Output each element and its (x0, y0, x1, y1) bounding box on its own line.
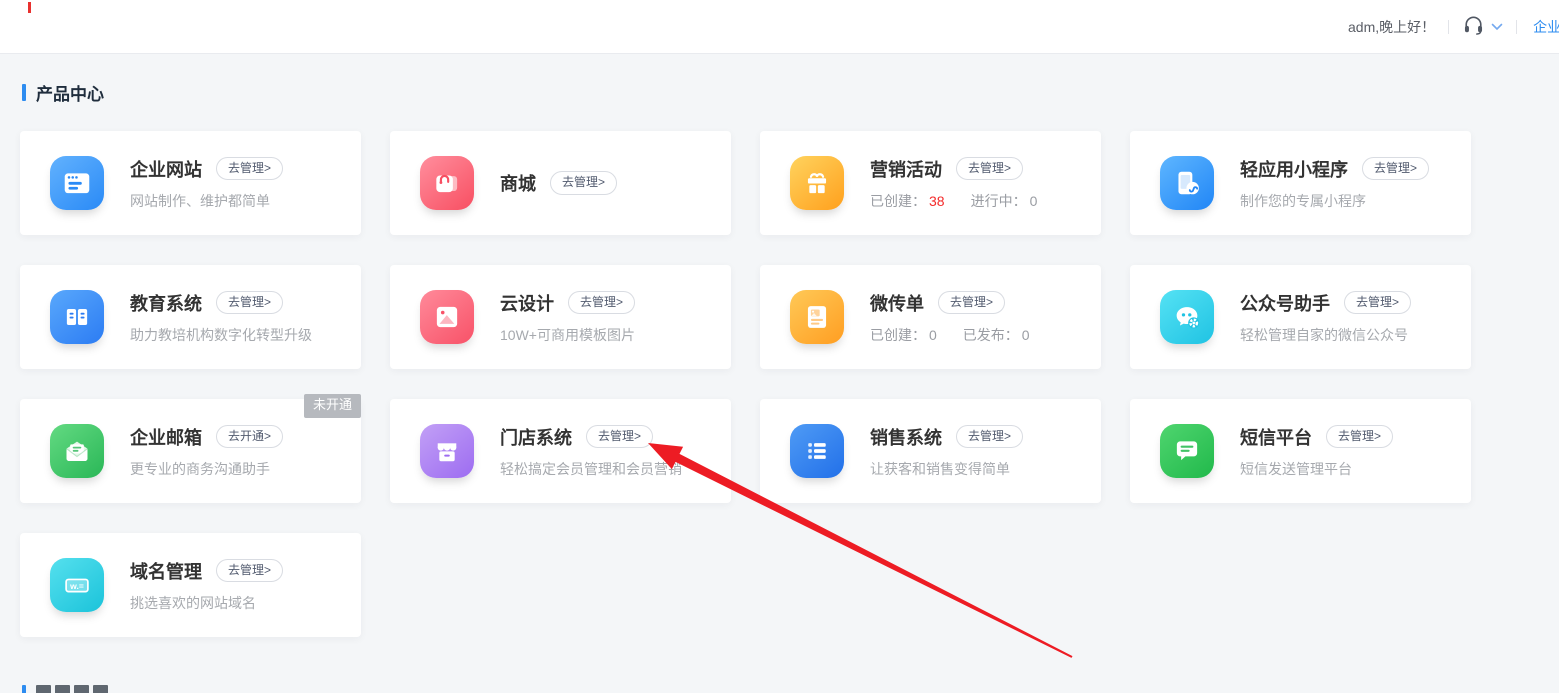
top-bar: adm,晚上好！ 企业 (0, 0, 1559, 54)
manage-button-website[interactable]: 去管理> (216, 157, 283, 180)
divider (1448, 20, 1449, 34)
support-dropdown[interactable] (1462, 15, 1503, 40)
sms-icon (1160, 424, 1214, 478)
website-icon (50, 156, 104, 210)
divider (1516, 20, 1517, 34)
activate-button-mail[interactable]: 去开通> (216, 425, 283, 448)
manage-button-sales[interactable]: 去管理> (956, 425, 1023, 448)
product-subtitle: 轻松搞定会员管理和会员营销 (500, 459, 682, 479)
stat-item: 已发布：0 (963, 325, 1030, 345)
product-title: 商城 (500, 170, 536, 196)
product-card-design[interactable]: 云设计 去管理> 10W+可商用模板图片 (390, 265, 731, 369)
product-title: 门店系统 (500, 424, 572, 450)
section-heading: 产品中心 (22, 80, 104, 105)
stat-label: 进行中： (971, 193, 1027, 209)
chevron-down-icon (1491, 18, 1503, 36)
product-subtitle: 助力教培机构数字化转型升级 (130, 325, 312, 345)
page-title: 产品中心 (36, 80, 104, 105)
product-stats: 已创建：38 进行中：0 (870, 191, 1037, 211)
product-card-education[interactable]: 教育系统 去管理> 助力教培机构数字化转型升级 (20, 265, 361, 369)
manage-button-sms[interactable]: 去管理> (1326, 425, 1393, 448)
product-subtitle: 网站制作、维护都简单 (130, 191, 283, 211)
user-greeting: adm,晚上好！ (1348, 17, 1435, 37)
product-subtitle: 轻松管理自家的微信公众号 (1240, 325, 1411, 345)
manage-button-education[interactable]: 去管理> (216, 291, 283, 314)
section-heading-cutoff (22, 685, 112, 693)
product-card-mall[interactable]: 商城 去管理> (390, 131, 731, 235)
mall-icon (420, 156, 474, 210)
product-subtitle: 挑选喜欢的网站域名 (130, 593, 283, 613)
top-bar-right: adm,晚上好！ 企业 (1348, 0, 1559, 54)
product-title: 公众号助手 (1240, 290, 1330, 316)
product-card-domain[interactable]: w.= 域名管理 去管理> 挑选喜欢的网站域名 (20, 533, 361, 637)
section-accent-bar (22, 84, 26, 101)
manage-button-design[interactable]: 去管理> (568, 291, 635, 314)
education-icon (50, 290, 104, 344)
manage-button-mall[interactable]: 去管理> (550, 171, 617, 194)
product-card-wechat[interactable]: 公众号助手 去管理> 轻松管理自家的微信公众号 (1130, 265, 1471, 369)
headset-icon (1462, 15, 1485, 40)
manage-button-flyer[interactable]: 去管理> (938, 291, 1005, 314)
product-card-sms[interactable]: 短信平台 去管理> 短信发送管理平台 (1130, 399, 1471, 503)
product-grid: 企业网站 去管理> 网站制作、维护都简单 商城 去管理> 营销活动 去管理> 已… (20, 131, 1471, 637)
sales-icon (790, 424, 844, 478)
enterprise-link[interactable]: 企业 (1533, 17, 1559, 37)
product-card-website[interactable]: 企业网站 去管理> 网站制作、维护都简单 (20, 131, 361, 235)
stat-value: 0 (929, 327, 937, 343)
product-card-miniapp[interactable]: 轻应用小程序 去管理> 制作您的专属小程序 (1130, 131, 1471, 235)
product-title: 微传单 (870, 290, 924, 316)
product-card-store[interactable]: 门店系统 去管理> 轻松搞定会员管理和会员营销 (390, 399, 731, 503)
stat-item: 已创建：0 (870, 325, 937, 345)
product-title: 企业网站 (130, 156, 202, 182)
design-icon (420, 290, 474, 344)
mail-icon (50, 424, 104, 478)
product-title: 云设计 (500, 290, 554, 316)
stat-item: 进行中：0 (971, 191, 1038, 211)
domain-icon: w.= (50, 558, 104, 612)
stat-label: 已创建： (870, 327, 926, 343)
product-title: 短信平台 (1240, 424, 1312, 450)
product-title: 销售系统 (870, 424, 942, 450)
product-card-sales[interactable]: 销售系统 去管理> 让获客和销售变得简单 (760, 399, 1101, 503)
product-card-flyer[interactable]: 微传单 去管理> 已创建：0已发布：0 (760, 265, 1101, 369)
wechat-assistant-icon (1160, 290, 1214, 344)
product-subtitle: 制作您的专属小程序 (1240, 191, 1429, 211)
product-subtitle: 10W+可商用模板图片 (500, 325, 635, 345)
product-title: 企业邮箱 (130, 424, 202, 450)
svg-text:w.=: w.= (69, 581, 84, 591)
manage-button-domain[interactable]: 去管理> (216, 559, 283, 582)
gift-icon (790, 156, 844, 210)
product-title: 轻应用小程序 (1240, 156, 1348, 182)
product-subtitle: 更专业的商务沟通助手 (130, 459, 283, 479)
stat-label: 已发布： (963, 327, 1019, 343)
flyer-icon (790, 290, 844, 344)
stat-item: 已创建：38 (870, 191, 945, 211)
section-accent-bar (22, 685, 26, 693)
stat-label: 已创建： (870, 193, 926, 209)
product-stats: 已创建：0已发布：0 (870, 325, 1030, 345)
product-card-marketing[interactable]: 营销活动 去管理> 已创建：38 进行中：0 (760, 131, 1101, 235)
product-subtitle: 短信发送管理平台 (1240, 459, 1393, 479)
manage-button-wechat[interactable]: 去管理> (1344, 291, 1411, 314)
product-title: 域名管理 (130, 558, 202, 584)
product-card-mail[interactable]: 企业邮箱 去开通> 更专业的商务沟通助手 未开通 (20, 399, 361, 503)
not-activated-badge: 未开通 (304, 394, 361, 418)
stat-value: 38 (929, 193, 945, 209)
product-title: 教育系统 (130, 290, 202, 316)
stat-value: 0 (1022, 327, 1030, 343)
miniprogram-icon (1160, 156, 1214, 210)
product-title: 营销活动 (870, 156, 942, 182)
manage-button-marketing[interactable]: 去管理> (956, 157, 1023, 180)
manage-button-miniapp[interactable]: 去管理> (1362, 157, 1429, 180)
store-icon (420, 424, 474, 478)
manage-button-store[interactable]: 去管理> (586, 425, 653, 448)
product-subtitle: 让获客和销售变得简单 (870, 459, 1023, 479)
stat-value: 0 (1030, 193, 1038, 209)
red-mark (28, 2, 31, 13)
